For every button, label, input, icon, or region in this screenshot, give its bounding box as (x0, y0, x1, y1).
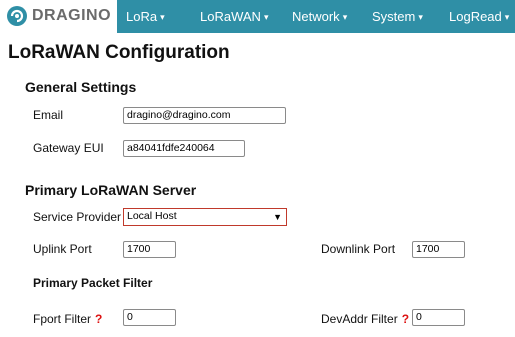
email-label: Email (33, 108, 64, 122)
service-provider-label: Service Provider (33, 210, 122, 224)
devaddr-filter-label: DevAddr Filter? (321, 312, 409, 326)
gateway-eui-field[interactable]: a84041fdfe240064 (123, 140, 245, 157)
caret-down-icon: ▾ (504, 12, 510, 22)
select-arrow-icon: ▼ (273, 212, 282, 222)
devaddr-filter-field[interactable]: 0 (412, 309, 465, 326)
caret-down-icon: ▾ (342, 12, 348, 22)
brand-name: DRAGINO (32, 7, 112, 24)
caret-down-icon: ▾ (418, 12, 423, 22)
general-settings-heading: General Settings (25, 79, 137, 95)
page-title: LoRaWAN Configuration (8, 42, 230, 63)
service-provider-select[interactable]: Local Host ▼ (123, 208, 287, 226)
nav-item-system[interactable]: System ▾ (372, 0, 423, 33)
uplink-port-label: Uplink Port (33, 242, 92, 256)
service-provider-value: Local Host (127, 210, 177, 222)
caret-down-icon: ▾ (160, 12, 165, 22)
help-question-icon[interactable]: ? (95, 312, 102, 326)
nav-item-lorawan[interactable]: LoRaWAN ▾ (200, 0, 268, 33)
email-field[interactable]: dragino@dragino.com (123, 107, 286, 124)
primary-server-heading: Primary LoRaWAN Server (25, 182, 197, 198)
gateway-eui-label: Gateway EUI (33, 141, 104, 155)
nav-item-label: LoRaWAN (200, 9, 261, 24)
nav-item-network[interactable]: Network ▾ (292, 0, 347, 33)
downlink-port-field[interactable]: 1700 (412, 241, 465, 258)
caret-down-icon: ▾ (263, 12, 269, 22)
top-navbar: DRAGINO LoRa ▾ LoRaWAN ▾ Network ▾ System ▾ … (0, 0, 515, 33)
downlink-port-label: Downlink Port (321, 242, 396, 256)
packet-filter-heading: Primary Packet Filter (33, 276, 153, 290)
nav-item-label: LogRead (449, 9, 502, 24)
nav-item-logread[interactable]: LogRead ▾ (449, 0, 509, 33)
uplink-port-field[interactable]: 1700 (123, 241, 176, 258)
fport-filter-field[interactable]: 0 (123, 309, 176, 326)
nav-item-label: System (372, 9, 416, 24)
dragino-logo-icon (7, 6, 27, 26)
help-question-icon[interactable]: ? (402, 312, 409, 326)
nav-item-label: LoRa (126, 9, 158, 24)
devaddr-filter-text: DevAddr Filter (321, 312, 398, 326)
brand-logo[interactable]: DRAGINO (0, 0, 118, 33)
nav-item-lora[interactable]: LoRa ▾ (126, 0, 165, 33)
nav-item-label: Network (292, 9, 340, 24)
fport-filter-label: Fport Filter? (33, 312, 102, 326)
fport-filter-text: Fport Filter (33, 312, 92, 326)
